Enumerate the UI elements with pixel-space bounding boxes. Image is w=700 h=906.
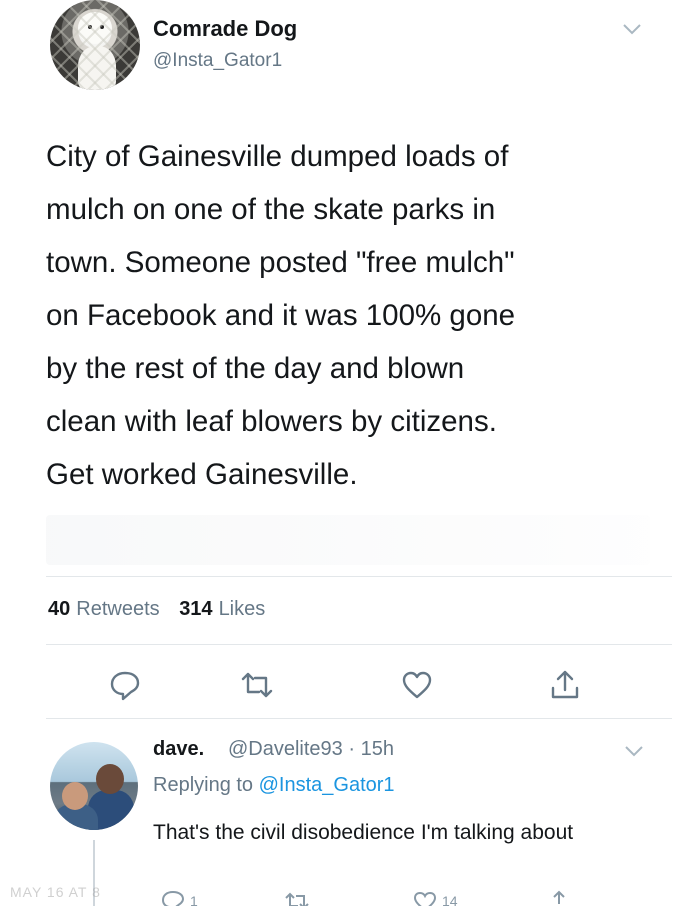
fence-pattern — [50, 0, 140, 90]
replying-to-handle[interactable]: @Insta_Gator1 — [259, 774, 395, 796]
divider — [46, 644, 672, 645]
display-name[interactable]: Comrade Dog — [153, 16, 297, 42]
reply-retweet-button[interactable] — [284, 890, 310, 906]
tweet-text: City of Gainesville dumped loads of mulc… — [46, 140, 516, 491]
reply-tweet[interactable]: dave. @Davelite93 · 15h Replying to @Ins… — [0, 720, 700, 906]
likes-label: Likes — [218, 598, 266, 620]
reply-icon[interactable] — [108, 668, 142, 702]
tweet-stats: 40 Retweets 314 Likes — [48, 598, 279, 621]
avatar-person-head — [62, 782, 88, 810]
faint-background — [46, 515, 650, 565]
likes-stat[interactable]: 314 Likes — [179, 598, 265, 620]
replying-to-prefix: Replying to — [153, 774, 254, 796]
avatar[interactable] — [50, 0, 140, 90]
retweets-count: 40 — [48, 598, 71, 620]
divider — [46, 718, 672, 719]
share-icon[interactable] — [548, 668, 582, 702]
avatar-person-head — [96, 764, 124, 794]
retweet-icon[interactable] — [240, 668, 274, 702]
reply-text: That's the civil disobedience I'm talkin… — [153, 821, 574, 844]
reply-reply-button[interactable]: 1 — [160, 890, 198, 906]
retweets-stat[interactable]: 40 Retweets — [48, 598, 160, 620]
likes-count: 314 — [179, 598, 213, 620]
replying-to: Replying to @Insta_Gator1 — [153, 774, 395, 797]
divider — [46, 576, 672, 577]
like-icon — [413, 891, 437, 906]
user-handle[interactable]: @Insta_Gator1 — [153, 50, 282, 72]
chevron-down-icon[interactable] — [622, 22, 642, 36]
timestamp-watermark: MAY 16 AT 8 — [10, 884, 101, 900]
retweets-label: Retweets — [76, 598, 160, 620]
reply-count: 1 — [190, 893, 198, 906]
reply-display-name[interactable]: dave. — [153, 738, 204, 761]
reply-like-button[interactable]: 14 — [412, 890, 458, 906]
reply-share-button[interactable] — [546, 890, 572, 906]
reply-icon — [161, 890, 185, 906]
like-icon[interactable] — [400, 668, 434, 702]
avatar[interactable] — [50, 742, 138, 830]
share-icon — [553, 890, 565, 904]
reply-action-bar: 1 14 — [0, 888, 700, 906]
retweet-icon — [285, 892, 309, 906]
reply-handle-time[interactable]: @Davelite93 · 15h — [228, 738, 394, 761]
tweet-header: Comrade Dog @Insta_Gator1 — [0, 0, 700, 100]
like-count: 14 — [442, 893, 458, 906]
chevron-down-icon[interactable] — [624, 744, 644, 758]
